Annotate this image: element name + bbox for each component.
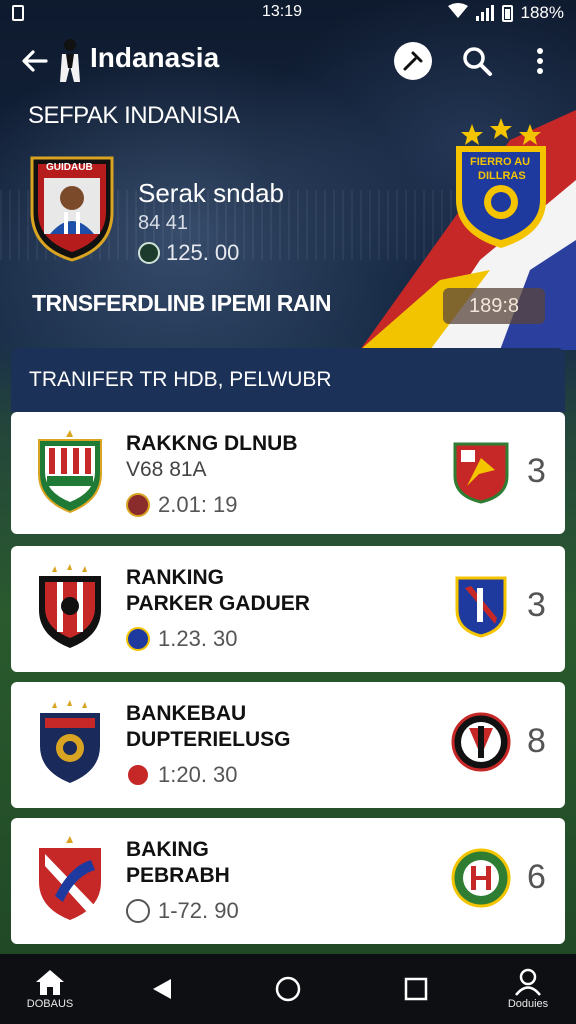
nav-profile[interactable]: Doduies	[500, 954, 556, 1024]
signal-icon	[475, 5, 494, 21]
right-crest-text-2: DILLRAS	[478, 170, 526, 182]
card-title: RANKING	[126, 566, 224, 589]
search-icon[interactable]	[460, 44, 494, 78]
bottom-navigation: DOBAUS Doduies	[0, 954, 576, 1024]
card-value-row: 2.01: 19	[126, 492, 238, 518]
card-title: BAKING	[126, 838, 209, 861]
ranking-card[interactable]: RANKING PARKER GADUER 1.23. 30 3	[11, 546, 565, 672]
player-number: 84 41	[138, 212, 189, 234]
card-rank: 3	[527, 452, 546, 490]
card-value: 1:20. 30	[158, 762, 238, 787]
nav-home-circle[interactable]	[272, 954, 304, 1024]
card-subtitle: DUPTERIELUSG	[126, 728, 291, 751]
battery-icon	[501, 4, 513, 22]
battery-level: 188%	[520, 3, 564, 22]
card-value-row: 1.23. 30	[126, 626, 238, 652]
mini-crest-icon	[126, 493, 150, 517]
card-value-row: 1-72. 90	[126, 898, 239, 924]
nav-recents[interactable]	[402, 954, 430, 1024]
back-triangle-icon	[153, 979, 171, 999]
card-value: 1.23. 30	[158, 626, 238, 651]
hero-title: SEFPAK INDANISIA	[28, 102, 240, 129]
card-rank: 6	[527, 858, 546, 896]
card-title: BANKEBAU	[126, 702, 247, 725]
app-bar: Indanasia	[0, 34, 576, 90]
status-time: 13:19	[262, 3, 303, 20]
circle-icon	[275, 976, 301, 1002]
player-value: 125. 00	[166, 240, 240, 265]
opponent-crest-icon	[451, 574, 511, 638]
player-silhouette-logo	[56, 38, 84, 84]
left-crest-text: GUIDAUB	[46, 162, 93, 173]
mini-crest-icon	[126, 627, 150, 651]
score-badge: 189:8	[443, 288, 545, 324]
card-value-row: 1:20. 30	[126, 762, 238, 788]
mini-crest-icon	[126, 763, 150, 787]
wifi-icon	[447, 2, 468, 24]
opponent-crest-icon	[451, 846, 511, 910]
opponent-crest-icon	[451, 440, 511, 504]
club-crest-icon	[35, 836, 105, 920]
wrench-icon	[403, 51, 423, 71]
player-value-row: 125. 00	[138, 240, 239, 266]
ranking-card[interactable]: BAKING PEBRABH 1-72. 90 6	[11, 818, 565, 944]
nav-back[interactable]	[146, 954, 178, 1024]
status-bar: 13:19 188%	[0, 0, 576, 26]
mini-crest-icon	[126, 899, 150, 923]
card-rank: 8	[527, 722, 546, 760]
opponent-crest-icon	[451, 710, 511, 774]
more-vert-icon[interactable]	[530, 44, 550, 78]
back-arrow-icon[interactable]	[20, 46, 50, 76]
nav-profile-label: Doduies	[507, 998, 549, 1010]
card-title: RAKKNG DLNUB	[126, 432, 298, 455]
player-name: Serak sndab	[138, 178, 284, 208]
ranking-card[interactable]: BANKEBAU DUPTERIELUSG 1:20. 30 8	[11, 682, 565, 808]
transfer-label: TRNSFERDLINB IPEMI RAIN	[32, 290, 332, 316]
square-icon	[404, 977, 428, 1001]
tools-button[interactable]	[394, 42, 432, 80]
card-subtitle: PARKER GADUER	[126, 592, 310, 615]
home-icon	[36, 970, 64, 995]
club-crest-icon	[35, 700, 105, 786]
nav-home-label: DOBAUS	[26, 998, 74, 1010]
nav-home[interactable]: DOBAUS	[22, 954, 78, 1024]
sim-icon	[12, 5, 24, 21]
person-icon	[515, 968, 541, 996]
club-crest-right[interactable]: FIERRO AU DILLRAS	[452, 116, 550, 250]
card-value: 2.01: 19	[158, 492, 238, 517]
club-crest-icon	[35, 564, 105, 648]
card-subtitle: V68 81A	[126, 458, 207, 481]
card-value: 1-72. 90	[158, 898, 239, 923]
card-rank: 3	[527, 586, 546, 624]
card-subtitle: PEBRABH	[126, 864, 230, 887]
ball-icon	[138, 242, 160, 264]
app-title: Indanasia	[90, 42, 220, 73]
club-crest-icon	[35, 430, 105, 514]
right-crest-text-1: FIERRO AU	[470, 156, 531, 168]
player-crest-left[interactable]: GUIDAUB	[28, 152, 116, 262]
ranking-card[interactable]: RAKKNG DLNUB V68 81A 2.01: 19 3	[11, 412, 565, 534]
section-header: TRANIFER TR HDB, PELWUBR	[11, 348, 565, 412]
